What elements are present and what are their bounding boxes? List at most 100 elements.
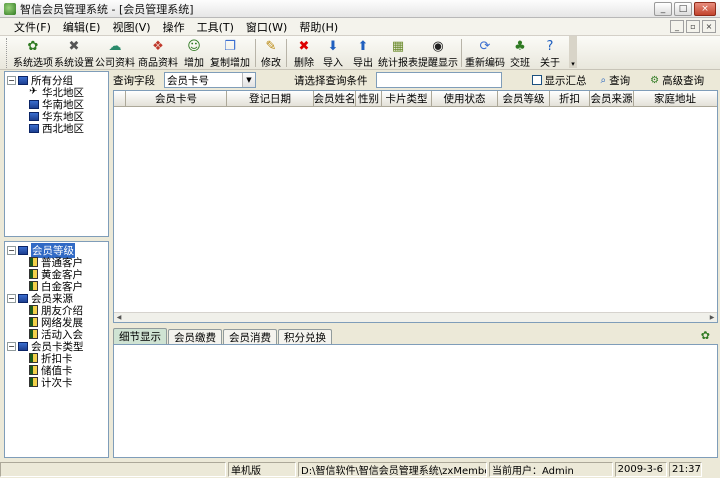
report-icon: ▦: [391, 38, 405, 54]
advanced-search-button[interactable]: ⚙ 高级查询: [650, 73, 704, 88]
company-icon: ☁: [108, 38, 122, 54]
toolbar-grip[interactable]: [6, 38, 9, 68]
collapse-icon[interactable]: −: [7, 293, 16, 303]
column-header[interactable]: 会员来源: [590, 91, 634, 106]
region-tree-panel: − 所有分组 ✈ 华北地区 华南地区 华东地区 西北地区: [4, 71, 109, 237]
query-field-select[interactable]: 会员卡号 ▼: [164, 72, 256, 88]
child-restore-button[interactable]: ▫: [686, 20, 700, 33]
column-header[interactable]: 会员姓名: [314, 91, 356, 106]
import-button[interactable]: ⬇ 导入: [318, 36, 348, 70]
menu-help[interactable]: 帮助(H): [299, 19, 338, 35]
horizontal-scrollbar[interactable]: ◀ ▶: [114, 312, 717, 322]
category-tree-panel: − 会员等级 普通客户 黄金客户 白金客户 − 会员来源 朋友介绍 网络发展 活…: [4, 241, 109, 458]
menu-edit[interactable]: 编辑(E): [63, 19, 101, 35]
book-icon: [29, 365, 38, 375]
chevron-down-icon[interactable]: ▼: [242, 73, 255, 87]
scroll-left-icon[interactable]: ◀: [114, 313, 124, 322]
report-button[interactable]: ▦ 统计报表: [378, 36, 418, 70]
company-info-button[interactable]: ☁ 公司资料: [94, 36, 136, 70]
search-icon: ⌕: [600, 74, 607, 86]
member-grid[interactable]: 会员卡号 登记日期 会员姓名 性别 卡片类型 使用状态 会员等级 折扣 会员来源…: [113, 90, 718, 323]
add-button[interactable]: ☺ 增加: [180, 36, 208, 70]
tools-icon: ✖: [68, 38, 80, 54]
book-icon: [29, 317, 38, 327]
status-user: 当前用户：Admin: [489, 462, 613, 477]
status-bar: 单机版 D:\智信软件\智信会员管理系统\zxMemberData.sys 当前…: [0, 461, 720, 478]
delete-button[interactable]: ✖ 删除: [290, 36, 318, 70]
tree-leaf[interactable]: 计次卡: [7, 376, 108, 389]
recode-icon: ⟳: [479, 38, 491, 54]
menu-bar: 文件(F) 编辑(E) 视图(V) 操作 工具(T) 窗口(W) 帮助(H) _…: [0, 18, 720, 36]
collapse-icon[interactable]: −: [7, 75, 16, 85]
column-header[interactable]: 会员卡号: [126, 91, 227, 106]
row-indicator-header: [114, 91, 126, 106]
checkbox-box[interactable]: [531, 75, 542, 85]
detail-panel: [113, 344, 718, 458]
collapse-icon[interactable]: −: [7, 341, 16, 351]
handover-button[interactable]: ♣ 交班: [505, 36, 535, 70]
toolbar-separator: [461, 39, 462, 67]
book-icon: [29, 257, 38, 267]
advanced-search-icon: ⚙: [650, 74, 660, 86]
minimize-button[interactable]: _: [654, 2, 672, 16]
tab-consumption[interactable]: 会员消费: [223, 329, 277, 344]
folder-icon: [18, 75, 28, 85]
goods-info-button[interactable]: ❖ 商品资料: [136, 36, 180, 70]
status-time: 21:37: [669, 462, 702, 477]
column-header[interactable]: 折扣: [550, 91, 590, 106]
status-mode: 单机版: [228, 462, 296, 477]
book-icon: [29, 269, 38, 279]
child-close-button[interactable]: ×: [702, 20, 716, 33]
system-settings-button[interactable]: ✖ 系统设置: [54, 36, 94, 70]
column-header[interactable]: 性别: [356, 91, 382, 106]
maximize-button[interactable]: □: [674, 2, 692, 16]
copy-add-button[interactable]: ❐ 复制增加: [208, 36, 252, 70]
panel-tool-icon[interactable]: ✿: [701, 329, 710, 342]
detail-tabs: 细节显示 会员缴费 会员消费 积分兑换 ✿: [113, 328, 718, 344]
system-options-icon: ✿: [27, 38, 39, 54]
column-header[interactable]: 使用状态: [432, 91, 498, 106]
reminder-icon: ◉: [432, 38, 444, 54]
folder-icon: [29, 99, 39, 109]
book-icon: [29, 329, 38, 339]
goods-icon: ❖: [152, 38, 164, 54]
toolbar-overflow-button[interactable]: ▾: [569, 36, 577, 68]
child-minimize-button[interactable]: _: [670, 20, 684, 33]
query-condition-label: 请选择查询条件: [294, 74, 368, 87]
toolbar: ✿ 系统选项 ✖ 系统设置 ☁ 公司资料 ❖ 商品资料 ☺ 增加 ❐ 复制增加 …: [0, 36, 720, 70]
search-button[interactable]: ⌕ 查询: [601, 73, 631, 88]
menu-file[interactable]: 文件(F): [14, 19, 51, 35]
collapse-icon[interactable]: −: [7, 245, 16, 255]
query-input[interactable]: [375, 72, 502, 88]
tab-points-exchange[interactable]: 积分兑换: [278, 329, 332, 344]
recode-button[interactable]: ⟳ 重新编码: [465, 36, 505, 70]
column-header[interactable]: 登记日期: [227, 91, 314, 106]
status-date: 2009-3-6: [615, 462, 667, 477]
grid-header: 会员卡号 登记日期 会员姓名 性别 卡片类型 使用状态 会员等级 折扣 会员来源…: [114, 91, 717, 107]
menu-view[interactable]: 视图(V): [112, 19, 150, 35]
close-button[interactable]: ×: [694, 2, 716, 16]
tab-details[interactable]: 细节显示: [113, 328, 167, 344]
export-button[interactable]: ⬆ 导出: [348, 36, 378, 70]
reminder-button[interactable]: ◉ 提醒显示: [418, 36, 458, 70]
scroll-right-icon[interactable]: ▶: [707, 313, 717, 322]
show-summary-checkbox[interactable]: 显示汇总: [531, 73, 587, 88]
book-icon: [29, 305, 38, 315]
about-button[interactable]: ? 关于: [535, 36, 565, 70]
book-icon: [29, 353, 38, 363]
folder-icon: [18, 293, 28, 303]
menu-tools[interactable]: 工具(T): [197, 19, 234, 35]
tab-payments[interactable]: 会员缴费: [168, 329, 222, 344]
menu-operation[interactable]: 操作: [163, 19, 185, 35]
edit-button[interactable]: ✎ 修改: [259, 36, 283, 70]
column-header[interactable]: 家庭地址: [634, 91, 716, 106]
book-icon: [29, 281, 38, 291]
column-header[interactable]: 会员等级: [498, 91, 550, 106]
menu-window[interactable]: 窗口(W): [246, 19, 287, 35]
status-path: D:\智信软件\智信会员管理系统\zxMemberData.sys: [298, 462, 487, 477]
column-header[interactable]: 卡片类型: [382, 91, 432, 106]
tree-node-region[interactable]: 西北地区: [7, 122, 108, 135]
system-options-button[interactable]: ✿ 系统选项: [12, 36, 54, 70]
app-icon: [4, 2, 16, 15]
help-icon: ?: [546, 38, 554, 54]
